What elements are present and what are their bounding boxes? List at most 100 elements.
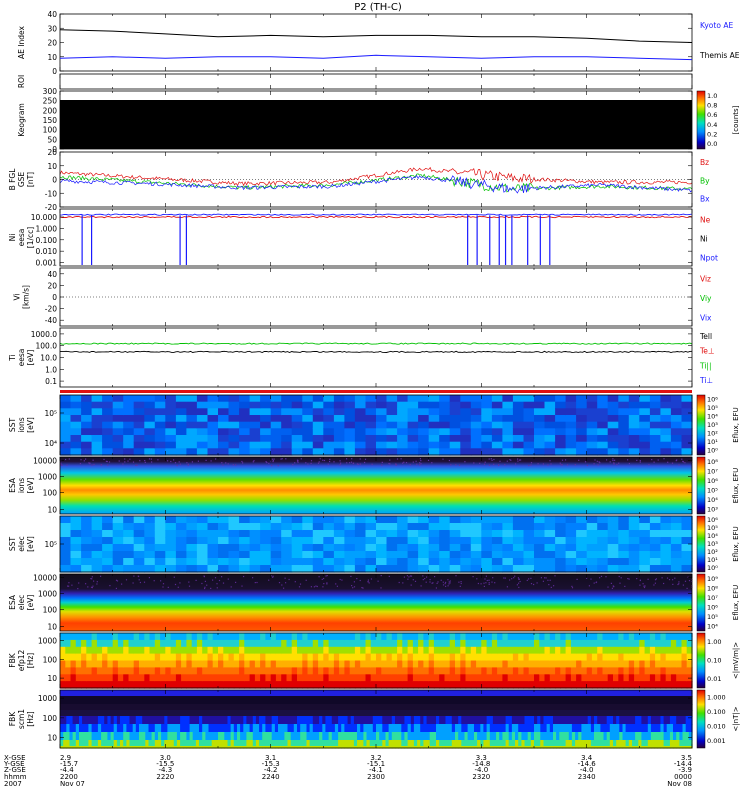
sst_i-ytick: 10⁴	[44, 439, 57, 448]
ae-ylabel: AE Index	[17, 25, 26, 58]
bfgl-ytick: 20	[47, 148, 57, 157]
esa_i-ytick: 10000	[33, 456, 57, 465]
sst_e-ytick: 10⁵	[44, 540, 57, 549]
ti-legend-label: Ti||	[699, 361, 712, 370]
ti-ylabel: Ti	[8, 354, 17, 361]
ni-ylabel: Ni	[8, 234, 17, 242]
keogram-ylabel: Keogram	[17, 103, 26, 137]
esa_i-ylabel: ESA	[8, 477, 17, 493]
sst_i-colorbar-unit: Eflux, EFU	[732, 407, 740, 442]
esa-ions-spectrogram	[60, 457, 693, 514]
ti-ylabel2: eesa	[17, 349, 26, 367]
ti-legend-label: Ti⊥	[699, 376, 713, 385]
keogram-colorbar-tick: 0.8	[707, 102, 717, 110]
keogram-colorbar-tick: 0.4	[707, 121, 717, 129]
bfgl-ylabel2: GSE	[17, 172, 26, 188]
bfgl-series-line	[59, 174, 693, 194]
keogram-image	[60, 100, 692, 149]
ae-legend-kyoto: Kyoto AE	[700, 21, 733, 30]
ae-series-line	[59, 29, 693, 43]
esa_e-ylabel2: elec	[17, 595, 26, 610]
esa_e-ytick: 10000	[33, 573, 57, 582]
esa_i-ylabel2: ions	[17, 478, 26, 493]
x-axis-ephemeris: X-GSEY-GSEZ-GSEhhmm20072.9-15.7-4.42200N…	[3, 754, 693, 788]
esa_e-ylabel: ESA	[8, 594, 17, 610]
fbk_e-colorbar-tick: 0.01	[707, 675, 721, 683]
fbk_e-ylabel2: efp12	[17, 649, 26, 671]
bfgl-legend-label: Bx	[700, 195, 710, 204]
sst_e-colorbar	[696, 515, 706, 573]
keogram-ytick: 150	[43, 116, 58, 125]
keogram-colorbar-unit: [counts]	[732, 105, 740, 134]
sst_e-colorbar-tick: 10¹	[707, 556, 718, 564]
fbk_e-ytick: 10	[47, 674, 57, 683]
bfgl-ytick: 10	[47, 162, 57, 171]
xaxis-value-t: 2340	[578, 773, 596, 781]
bfgl-ytick: -10	[45, 189, 57, 198]
fbk_b-colorbar-unit: <|nT|>	[732, 706, 740, 731]
keogram-colorbar	[696, 90, 706, 150]
sst_e-colorbar-tick: 10⁶	[707, 516, 718, 524]
keogram-colorbar-tick: 0.2	[707, 131, 717, 139]
ni-ytick: 0.100	[36, 236, 58, 245]
vi-legend-label: Vix	[700, 313, 712, 322]
esa_e-ytick: 100	[43, 605, 58, 614]
vi-ytick: 0	[52, 293, 57, 302]
sst_e-colorbar-tick: 10³	[707, 540, 718, 548]
ti-unit: [eV]	[26, 350, 35, 366]
ni-legend-label: Npot	[700, 253, 718, 262]
esa_i-colorbar-tick: 10⁴	[707, 496, 718, 504]
ni-unit: [1/cc]	[26, 227, 35, 248]
vi-unit: [km/s]	[22, 285, 31, 309]
ni-ytick: 0.001	[36, 259, 58, 268]
sst_i-colorbar-tick: 10⁴	[707, 412, 718, 420]
fbk-bfield-spectrogram	[60, 690, 693, 749]
esa_i-colorbar-tick: 10⁵	[707, 486, 718, 494]
roi-ylabel: ROI	[17, 75, 26, 88]
ae-series-line	[59, 54, 693, 61]
sst_e-colorbar-tick: 10⁵	[707, 524, 718, 532]
ni-ytick: 0.010	[36, 247, 58, 256]
vi-ytick: -40	[45, 316, 57, 325]
ni-npot-line	[59, 213, 693, 216]
ni-ne-line	[59, 215, 693, 219]
sst_e-ylabel: SST	[8, 537, 17, 552]
ti-legend-label: Tell	[699, 332, 712, 341]
esa_e-colorbar-tick: 10⁸	[707, 584, 718, 592]
sst_i-colorbar-tick: 10⁵	[707, 404, 718, 412]
esa_i-colorbar	[696, 456, 706, 515]
fbk_b-ytick: 1000	[38, 694, 57, 703]
esa-elec-spectrogram	[60, 574, 693, 631]
ae-ytick: 0	[52, 67, 57, 76]
esa_i-ytick: 100	[43, 488, 58, 497]
keogram-ytick: 200	[43, 106, 58, 115]
esa_e-unit: [eV]	[26, 595, 35, 611]
vi-ytick: 20	[47, 281, 57, 290]
ni-legend-label: Ni	[700, 234, 708, 243]
esa_e-ytick: 1000	[38, 589, 57, 598]
xaxis-value-d: Nov 08	[667, 780, 692, 788]
vi-ytick: -20	[45, 305, 57, 314]
sst_e-colorbar-unit: Eflux, EFU	[732, 526, 740, 561]
sst_i-ylabel2: ions	[17, 417, 26, 432]
fbk_b-colorbar-tick: 0.010	[707, 722, 726, 730]
fbk_b-unit: [Hz]	[26, 711, 35, 727]
esa_e-colorbar	[696, 573, 706, 632]
esa_i-ytick: 10	[47, 505, 57, 514]
ni-ytick: 1.000	[36, 224, 58, 233]
sst_e-colorbar-tick: 10²	[707, 548, 718, 556]
sst_e-unit: [eV]	[26, 536, 35, 552]
ti-series-line	[59, 350, 693, 353]
themis-summary-plot: P2 (TH-C) 0 10 20 30 40 AE Index Kyoto AE Themi…	[3, 2, 740, 788]
esa_i-colorbar-tick: 10³	[707, 505, 718, 513]
ni-legend-label: Ne	[700, 215, 711, 224]
esa_i-unit: [eV]	[26, 478, 35, 494]
keogram-ytick: 250	[43, 97, 58, 106]
ni-ylabel2: eesa	[17, 229, 26, 247]
esa_i-colorbar-unit: Eflux, EFU	[732, 468, 740, 503]
sst_i-unit: [eV]	[26, 417, 35, 433]
esa_e-colorbar-tick: 10⁶	[707, 603, 718, 611]
sst_i-colorbar	[696, 394, 706, 456]
sst_e-colorbar-tick: 10⁰	[707, 564, 718, 572]
esa_e-colorbar-tick: 10⁷	[707, 594, 718, 602]
